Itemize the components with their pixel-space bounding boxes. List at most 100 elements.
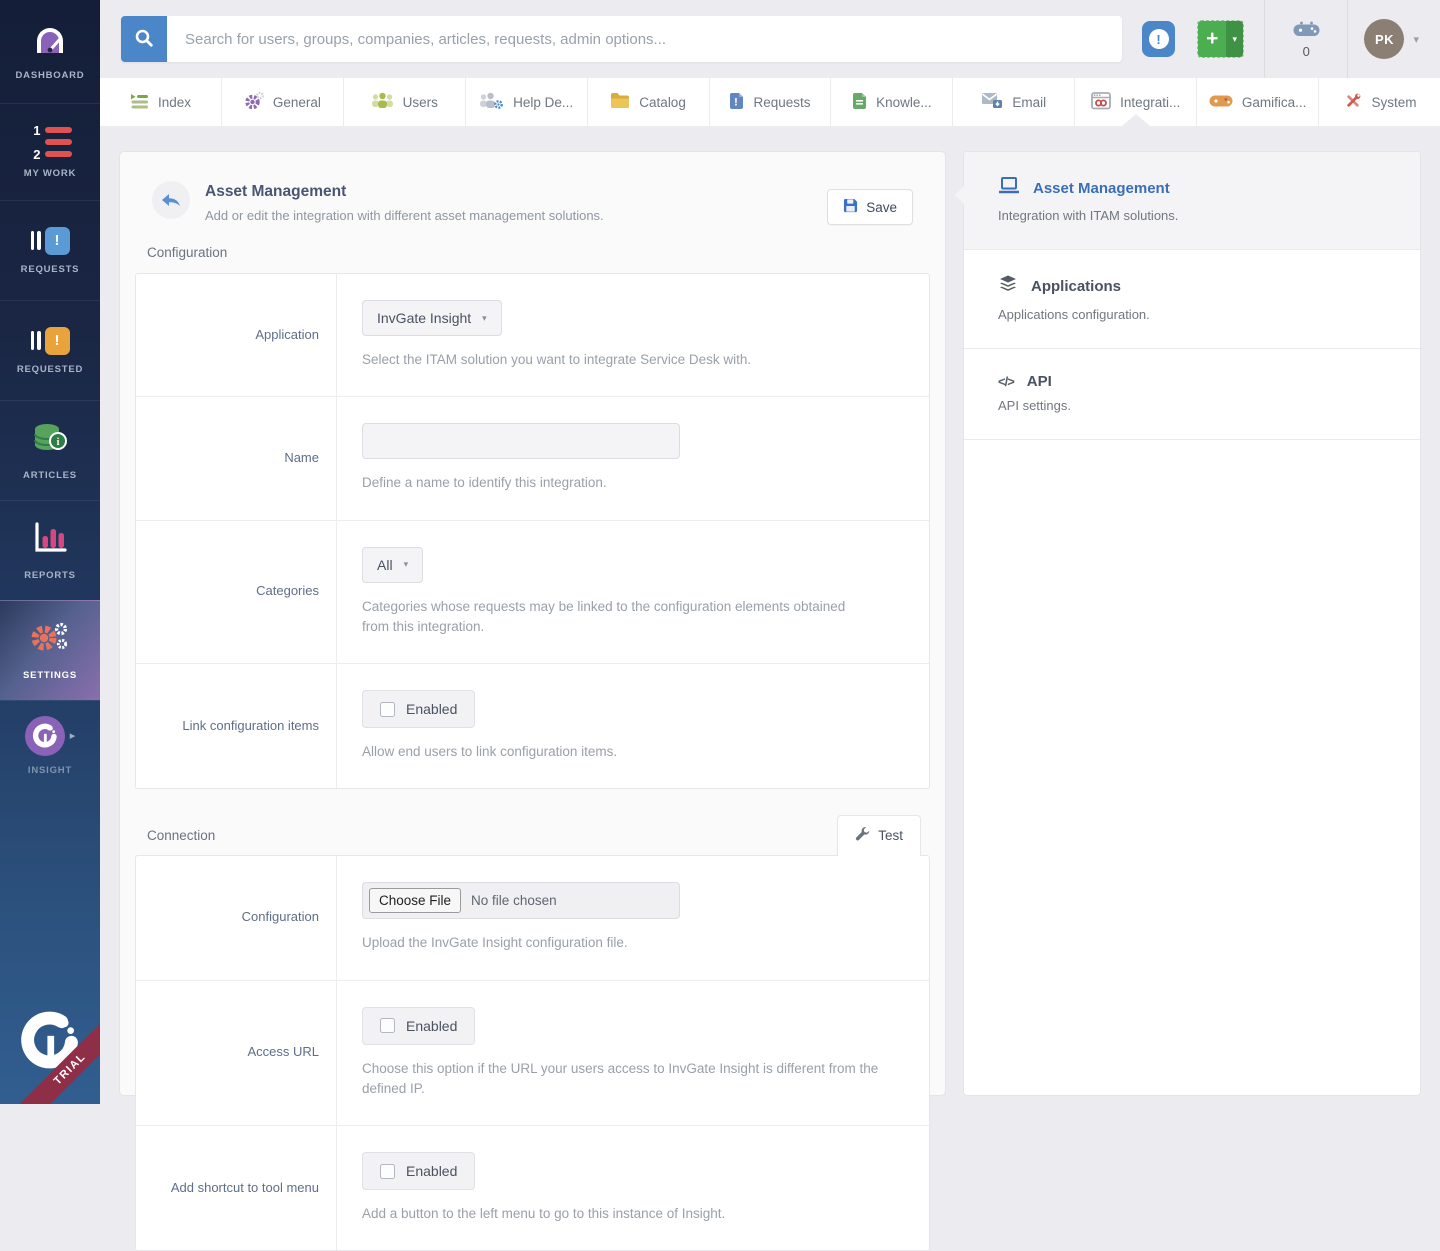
tab-index[interactable]: Index (100, 78, 221, 126)
checkbox-icon (380, 1018, 395, 1033)
section-label-configuration: Configuration (135, 245, 930, 260)
add-shortcut-row: Add shortcut to tool menu Enabled Add a … (136, 1126, 929, 1250)
chevron-down-icon[interactable]: ▾ (1226, 21, 1243, 57)
checkbox-icon (380, 1164, 395, 1179)
field-label: Application (255, 326, 319, 345)
alert-button[interactable]: ! (1142, 21, 1175, 57)
configuration-file-row: Configuration Choose File No file chosen… (136, 856, 929, 980)
add-shortcut-checkbox[interactable]: Enabled (362, 1152, 475, 1190)
search-button[interactable] (121, 16, 167, 62)
field-help: Allow end users to link configuration it… (362, 742, 899, 762)
nav-item-title: Applications (1031, 278, 1121, 295)
tab-label: Help De... (513, 95, 573, 110)
reports-chart-icon (31, 520, 69, 561)
sidebar-item-label: REQUESTS (21, 264, 80, 275)
sidebar-item-reports[interactable]: REPORTS (0, 500, 100, 600)
link-configuration-items-checkbox[interactable]: Enabled (362, 690, 475, 728)
file-status: No file chosen (471, 893, 557, 908)
sidebar-item-my-work[interactable]: 1 2 MY WORK (0, 103, 100, 200)
requests-icon: ! (31, 227, 70, 255)
insight-expand-chevron-icon[interactable]: ▸ (70, 729, 76, 742)
plus-icon: + (1198, 21, 1226, 57)
dashboard-gauge-icon (30, 22, 70, 61)
active-item-notch (955, 186, 964, 204)
field-help: Select the ITAM solution you want to int… (362, 350, 899, 370)
sidebar-item-insight[interactable]: ▸ INSIGHT (0, 700, 100, 790)
code-icon: </> (998, 374, 1014, 389)
sidebar-item-label: DASHBOARD (16, 70, 85, 81)
save-button[interactable]: Save (827, 189, 913, 225)
tab-help-desk[interactable]: Help De... (465, 78, 587, 126)
gamepad-icon (1293, 20, 1320, 42)
chevron-down-icon[interactable]: ▾ (1413, 33, 1419, 46)
field-label: Access URL (247, 1043, 319, 1062)
application-row: Application InvGate Insight ▾ Select the… (136, 274, 929, 397)
sidebar-item-articles[interactable]: i ARTICLES (0, 400, 100, 500)
access-url-checkbox[interactable]: Enabled (362, 1007, 475, 1045)
nav-item-asset-management[interactable]: Asset Management Integration with ITAM s… (964, 152, 1420, 250)
folder-icon (610, 92, 630, 112)
tab-system[interactable]: System (1318, 78, 1440, 126)
wrench-icon (855, 826, 870, 844)
name-field[interactable] (362, 423, 680, 459)
tab-integrations[interactable]: Integrati... (1074, 78, 1196, 126)
nav-item-applications[interactable]: Applications Applications configuration. (964, 250, 1420, 349)
choose-file-button[interactable]: Choose File (369, 888, 461, 913)
page-subtitle: Add or edit the integration with differe… (205, 208, 604, 223)
tab-catalog[interactable]: Catalog (587, 78, 709, 126)
tab-gamification[interactable]: Gamifica... (1196, 78, 1318, 126)
field-help: Categories whose requests may be linked … (362, 597, 847, 638)
tab-label: Knowle... (876, 95, 932, 110)
categories-row: Categories All ▾ Categories whose reques… (136, 521, 929, 665)
field-help: Define a name to identify this integrati… (362, 473, 899, 493)
field-help: Choose this option if the URL your users… (362, 1059, 899, 1100)
nav-item-title: Asset Management (1033, 180, 1170, 197)
section-label-connection: Connection (135, 828, 215, 855)
nav-item-api[interactable]: </> API API settings. (964, 349, 1420, 440)
admin-tabbar: Index General Users (100, 78, 1440, 126)
nav-item-subtitle: API settings. (998, 398, 1386, 413)
avatar[interactable]: PK (1364, 19, 1404, 59)
my-work-list-icon: 1 2 (29, 126, 72, 159)
tab-knowledge[interactable]: Knowle... (830, 78, 952, 126)
sidebar-item-dashboard[interactable]: DASHBOARD (0, 0, 100, 103)
tab-requests[interactable]: ! Requests (709, 78, 831, 126)
field-label: Configuration (242, 908, 319, 927)
users-icon (371, 92, 394, 112)
sidebar-item-settings[interactable]: SETTINGS (0, 600, 100, 700)
index-list-icon (130, 92, 149, 112)
categories-select[interactable]: All ▾ (362, 547, 423, 583)
integrations-nav-panel: Asset Management Integration with ITAM s… (963, 151, 1421, 1096)
gamification-score[interactable]: 0 (1264, 0, 1349, 78)
chevron-down-icon: ▾ (482, 313, 487, 324)
test-connection-button[interactable]: Test (837, 815, 921, 856)
tab-email[interactable]: Email (952, 78, 1074, 126)
asset-management-icon (152, 181, 190, 219)
application-select[interactable]: InvGate Insight ▾ (362, 300, 502, 336)
tab-label: System (1372, 95, 1417, 110)
chevron-down-icon: ▾ (404, 559, 409, 570)
sidebar-item-label: SETTINGS (23, 670, 77, 681)
access-url-row: Access URL Enabled Choose this option if… (136, 981, 929, 1127)
nav-item-title: API (1027, 373, 1052, 390)
tab-label: Integrati... (1120, 95, 1180, 110)
user-menu[interactable]: PK ▾ (1364, 19, 1419, 59)
tab-general[interactable]: General (221, 78, 343, 126)
tab-users[interactable]: Users (343, 78, 465, 126)
sidebar-item-label: REPORTS (24, 570, 76, 581)
sidebar-item-requests[interactable]: ! REQUESTS (0, 200, 100, 300)
svg-text:i: i (57, 437, 60, 448)
tab-label: Catalog (639, 95, 686, 110)
sidebar-item-requested[interactable]: ! REQUESTED (0, 300, 100, 400)
connection-section-header: Connection Test (135, 815, 930, 855)
field-label: Name (284, 449, 319, 468)
search-input[interactable] (167, 16, 1122, 62)
field-label: Categories (256, 582, 319, 601)
create-new-button[interactable]: + ▾ (1197, 20, 1244, 58)
sidebar-item-label: MY WORK (24, 168, 76, 179)
sidebar-item-label: REQUESTED (17, 364, 83, 375)
configuration-file-input[interactable]: Choose File No file chosen (362, 882, 680, 919)
field-label: Link configuration items (182, 717, 319, 736)
global-search (121, 16, 1122, 62)
tab-label: Email (1012, 95, 1046, 110)
